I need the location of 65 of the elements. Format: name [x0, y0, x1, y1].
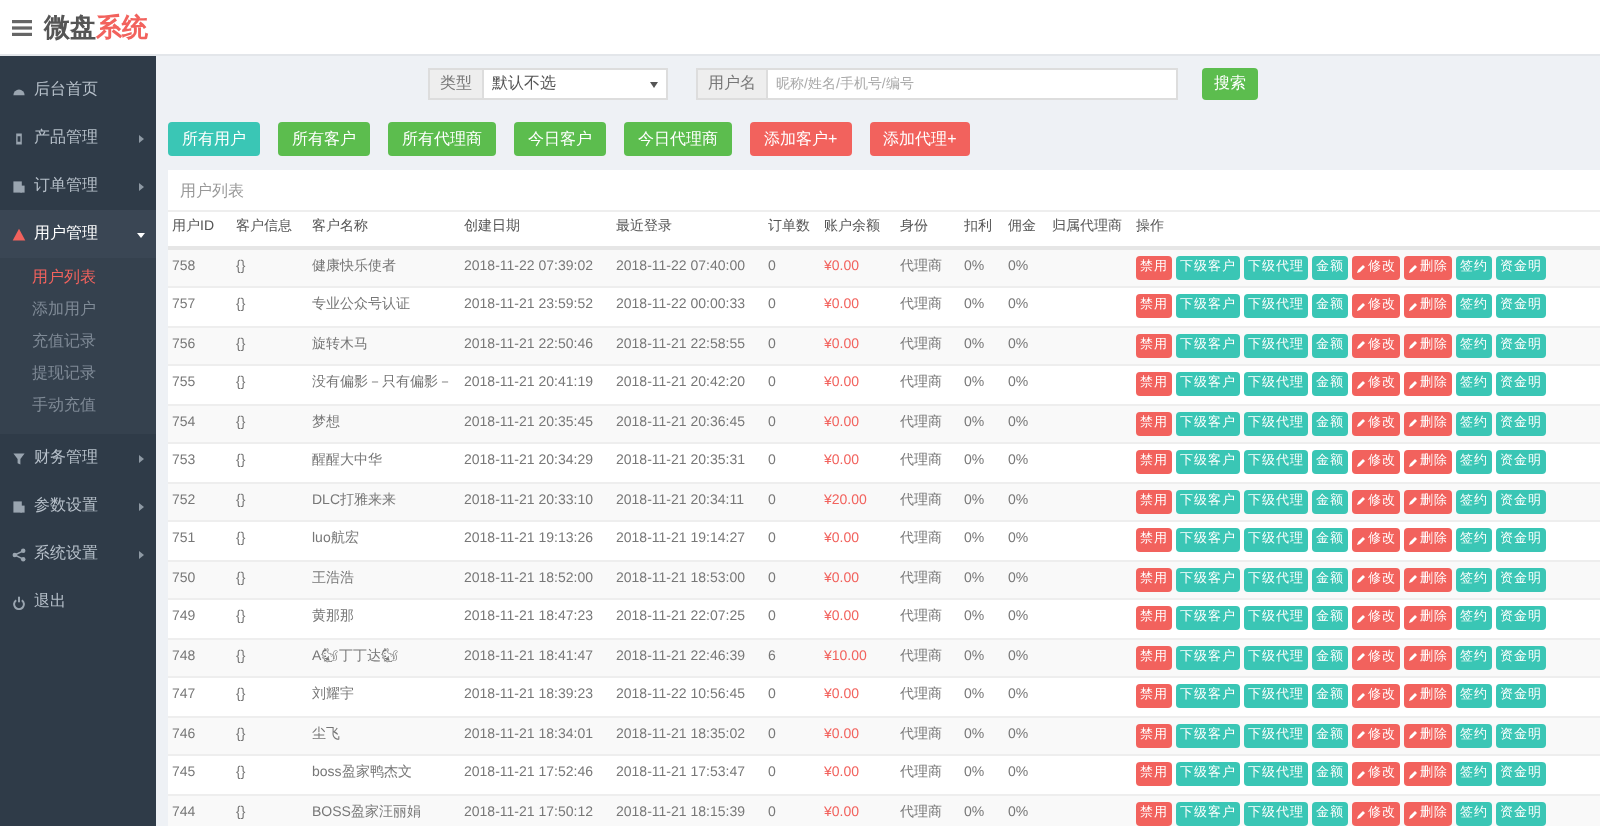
warning-icon [12, 227, 26, 241]
clipboard-icon [12, 499, 26, 513]
sidebar-item[interactable]: 用户管理 [0, 210, 156, 258]
search-button[interactable]: 搜索 [1202, 68, 1258, 100]
pencil-icon [1356, 301, 1366, 312]
brand-name-accent: 系统 [96, 9, 148, 46]
field-label: 用户名 [696, 68, 768, 100]
pencil-icon [1408, 809, 1418, 819]
pencil-icon [1408, 652, 1418, 663]
clipboard-icon [12, 179, 26, 193]
pencil-icon [1408, 613, 1418, 624]
pencil-icon [1408, 769, 1418, 780]
pencil-icon [1408, 535, 1418, 546]
filter-button[interactable]: 所有代理商 [388, 122, 496, 156]
filter-button[interactable]: 添加代理+ [869, 122, 971, 156]
pencil-icon [1408, 340, 1418, 351]
pencil-icon [1356, 263, 1366, 273]
filter-button[interactable]: 今日代理商 [624, 122, 732, 156]
pencil-icon [1408, 691, 1418, 702]
pencil-icon [1356, 691, 1366, 702]
pencil-icon [1356, 535, 1366, 546]
power-icon [12, 595, 26, 609]
sidebar-item[interactable]: 财务管理 [0, 434, 156, 482]
pencil-icon [1408, 418, 1418, 429]
brand-name: 微盘 [44, 9, 96, 46]
field-label: 类型 [428, 68, 484, 100]
pencil-icon [1408, 457, 1418, 468]
filter-button[interactable]: 所有客户 [278, 122, 370, 156]
pencil-icon [1408, 730, 1418, 741]
pencil-icon [1408, 379, 1418, 390]
pencil-icon [1356, 730, 1366, 741]
sidebar-item[interactable]: 产品管理 [0, 114, 156, 162]
submenu-item[interactable]: 添加用户 [0, 294, 156, 326]
pencil-icon [1356, 379, 1366, 390]
share-icon [12, 547, 26, 561]
filter-button[interactable]: 今日客户 [514, 122, 606, 156]
submenu-item[interactable]: 提现记录 [0, 358, 156, 390]
panel-title: 用户列表 [168, 170, 1600, 212]
submenu-item[interactable]: 充值记录 [0, 326, 156, 358]
pencil-icon [1356, 418, 1366, 429]
pencil-icon [1408, 574, 1418, 585]
submenu-item[interactable]: 手动充值 [0, 390, 156, 422]
submenu-item[interactable]: 用户列表 [0, 262, 156, 294]
menu-icon [12, 17, 32, 37]
sidebar-item[interactable]: 退出 [0, 578, 156, 626]
pencil-icon [1408, 263, 1418, 273]
pencil-icon [1356, 496, 1366, 507]
sidebar-item[interactable]: 订单管理 [0, 162, 156, 210]
pencil-icon [1356, 769, 1366, 780]
funnel-icon [12, 451, 26, 465]
filter-button[interactable]: 添加客户+ [750, 122, 852, 156]
pencil-icon [1356, 574, 1366, 585]
filter-button[interactable]: 所有用户 [168, 122, 260, 156]
pencil-icon [1356, 613, 1366, 624]
pencil-icon [1356, 652, 1366, 663]
document-icon [12, 131, 26, 145]
pencil-icon [1408, 496, 1418, 507]
pencil-icon [1356, 809, 1366, 819]
type-select[interactable]: 默认不选 [484, 68, 668, 100]
sidebar-item[interactable]: 系统设置 [0, 530, 156, 578]
pencil-icon [1356, 457, 1366, 468]
pencil-icon [1408, 301, 1418, 312]
sidebar-item[interactable]: 参数设置 [0, 482, 156, 530]
sidebar-item[interactable]: 后台首页 [0, 66, 156, 114]
pencil-icon [1356, 340, 1366, 351]
